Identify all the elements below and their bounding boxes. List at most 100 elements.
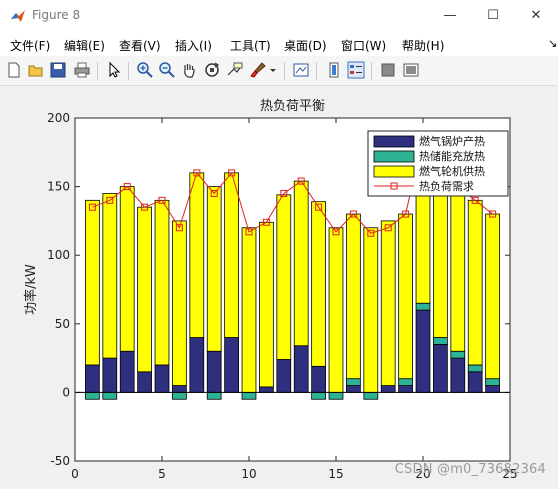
pan-hand-icon[interactable] [180,61,198,79]
gas-turbine-bar [450,186,466,352]
toolbar-separator [371,62,372,80]
brush-icon[interactable] [249,61,267,79]
show-plot-tools-icon[interactable] [402,61,420,79]
gas-turbine-bar [398,213,413,380]
gas-turbine-bar [311,201,326,367]
gas-boiler-bar [276,359,292,393]
y-tick-label: -50 [50,454,70,468]
link-plot-icon[interactable] [292,61,310,79]
legend-swatch [373,165,415,178]
edit-plot-arrow-icon[interactable] [105,61,123,79]
gas-boiler-bar [224,337,239,393]
storage-bar [311,391,326,400]
y-tick-label: 0 [62,385,70,399]
gas-boiler-bar [415,309,431,393]
menu-desktop[interactable]: 桌面(D) [284,37,327,54]
watermark-text: CSDN @m0_73682364 [394,462,546,477]
zoom-in-icon[interactable] [136,61,154,79]
x-tick-label: 5 [158,467,166,481]
storage-bar [363,391,379,400]
toolbar-separator [316,62,317,80]
storage-bar [450,350,466,359]
gas-turbine-bar [154,199,170,366]
menu-help[interactable]: 帮助(H) [402,37,444,54]
gas-turbine-bar [241,227,257,393]
storage-bar [241,391,257,400]
storage-bar [102,391,118,400]
gas-turbine-bar [380,220,396,386]
menu-dock-arrow-icon[interactable]: ↘ [548,37,557,50]
legend-swatch [373,150,415,163]
x-tick-label: 10 [241,467,256,481]
gas-turbine-bar [206,186,222,352]
print-icon[interactable] [73,61,91,79]
new-figure-icon[interactable] [5,61,23,79]
gas-turbine-bar [467,199,483,366]
menu-insert[interactable]: 插入(I) [175,37,212,54]
gas-boiler-bar [154,364,170,393]
menu-bar: 文件(F) 编辑(E) 查看(V) 插入(I) 工具(T) 桌面(D) 窗口(W… [0,32,558,56]
maximize-button[interactable]: ☐ [483,6,503,26]
storage-bar [206,391,222,400]
close-button[interactable]: ✕ [526,6,546,26]
gas-turbine-bar [172,220,187,386]
toolbar-separator [128,62,129,80]
storage-bar [415,302,431,311]
gas-boiler-bar [346,385,361,393]
storage-bar [172,391,187,400]
gas-boiler-bar [259,386,274,393]
toolbar-separator [284,62,285,80]
storage-bar [433,337,448,345]
gas-turbine-bar [137,206,152,373]
minimize-button[interactable]: — [440,6,460,26]
x-tick-label: 15 [328,467,343,481]
gas-boiler-bar [172,385,187,393]
gas-turbine-bar [346,213,361,380]
storage-bar [328,391,344,400]
gas-boiler-bar [433,343,448,393]
legend-entry-label: 热储能充放热 [419,149,485,163]
legend-icon[interactable] [347,61,365,79]
y-tick-label: 50 [55,317,70,331]
y-tick-label: 100 [47,248,70,262]
gas-turbine-bar [224,172,239,338]
save-icon[interactable] [49,61,67,79]
brush-dropdown-arrow-icon[interactable] [268,61,278,79]
y-tick-label: 150 [47,180,70,194]
colorbar-icon[interactable] [325,61,343,79]
gas-boiler-bar [189,337,205,393]
gas-turbine-bar [363,227,379,393]
zoom-out-icon[interactable] [158,61,176,79]
gas-boiler-bar [293,345,309,393]
x-tick-label: 0 [71,467,79,481]
gas-boiler-bar [467,371,483,393]
gas-turbine-bar [433,172,448,338]
figure-canvas: 热负荷平衡 功率/kW -50 0 50 100 150 200 0 5 10 15 20 25 燃气锅炉产… [4,87,558,483]
heat-balance-chart: 热负荷平衡功率/kW-500501001502000 5 10 15 20 25燃气锅炉产… [23,99,518,481]
gas-turbine-bar [328,227,344,393]
legend-swatch [373,135,415,148]
storage-bar [398,378,413,386]
gas-boiler-bar [311,365,326,393]
gas-turbine-bar [102,193,118,359]
gas-boiler-bar [85,364,100,393]
window-title-bar: Figure 8 — ☐ ✕ [0,0,558,32]
gas-turbine-bar [189,172,205,338]
gas-boiler-bar [398,385,413,393]
gas-boiler-bar [380,385,396,393]
menu-window[interactable]: 窗口(W) [341,37,386,54]
hide-plot-tools-icon[interactable] [379,61,397,79]
menu-view[interactable]: 查看(V) [119,37,161,54]
storage-bar [346,378,361,386]
figure-toolbar [0,56,558,86]
open-file-icon[interactable] [27,61,45,79]
gas-turbine-bar [85,199,100,366]
matlab-logo-icon [11,10,25,22]
menu-file[interactable]: 文件(F) [10,37,50,54]
rotate-3d-icon[interactable] [203,61,221,79]
menu-tools[interactable]: 工具(T) [230,37,271,54]
storage-bar [467,364,483,373]
data-cursor-icon[interactable] [226,61,244,79]
menu-edit[interactable]: 编辑(E) [64,37,105,54]
gas-turbine-bar [259,221,274,388]
